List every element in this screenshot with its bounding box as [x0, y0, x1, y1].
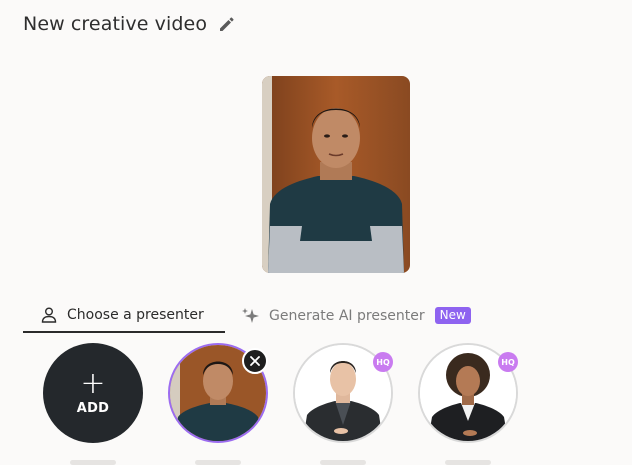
- sparkles-icon: [241, 306, 261, 326]
- tab-label: Choose a presenter: [67, 306, 204, 323]
- close-icon: [249, 352, 261, 371]
- presenter-label-placeholder: [320, 460, 366, 465]
- presenter-preview-image: [262, 76, 410, 273]
- hq-badge: HQ: [373, 352, 393, 372]
- presenter-label-placeholder: [195, 460, 241, 465]
- presenter-label-placeholder: [70, 460, 116, 465]
- presenter-tabs: Choose a presenter Generate AI presenter…: [23, 298, 632, 334]
- presenter-list: + ADD HQ HQ: [0, 343, 632, 465]
- remove-presenter-button[interactable]: [242, 348, 268, 374]
- pencil-icon[interactable]: [217, 14, 237, 34]
- plus-icon: +: [80, 365, 106, 401]
- hq-badge: HQ: [498, 352, 518, 372]
- new-badge: New: [434, 307, 471, 324]
- presenter-label-placeholder: [445, 460, 491, 465]
- person-outline-icon: [39, 305, 59, 325]
- page-title: New creative video: [23, 13, 208, 35]
- tab-choose-presenter[interactable]: Choose a presenter: [23, 298, 225, 333]
- tab-generate-ai-presenter[interactable]: Generate AI presenter New: [241, 298, 471, 333]
- header: New creative video: [23, 13, 237, 35]
- tab-label: Generate AI presenter: [269, 307, 425, 324]
- add-presenter-button[interactable]: + ADD: [43, 343, 143, 443]
- add-label: ADD: [76, 400, 110, 416]
